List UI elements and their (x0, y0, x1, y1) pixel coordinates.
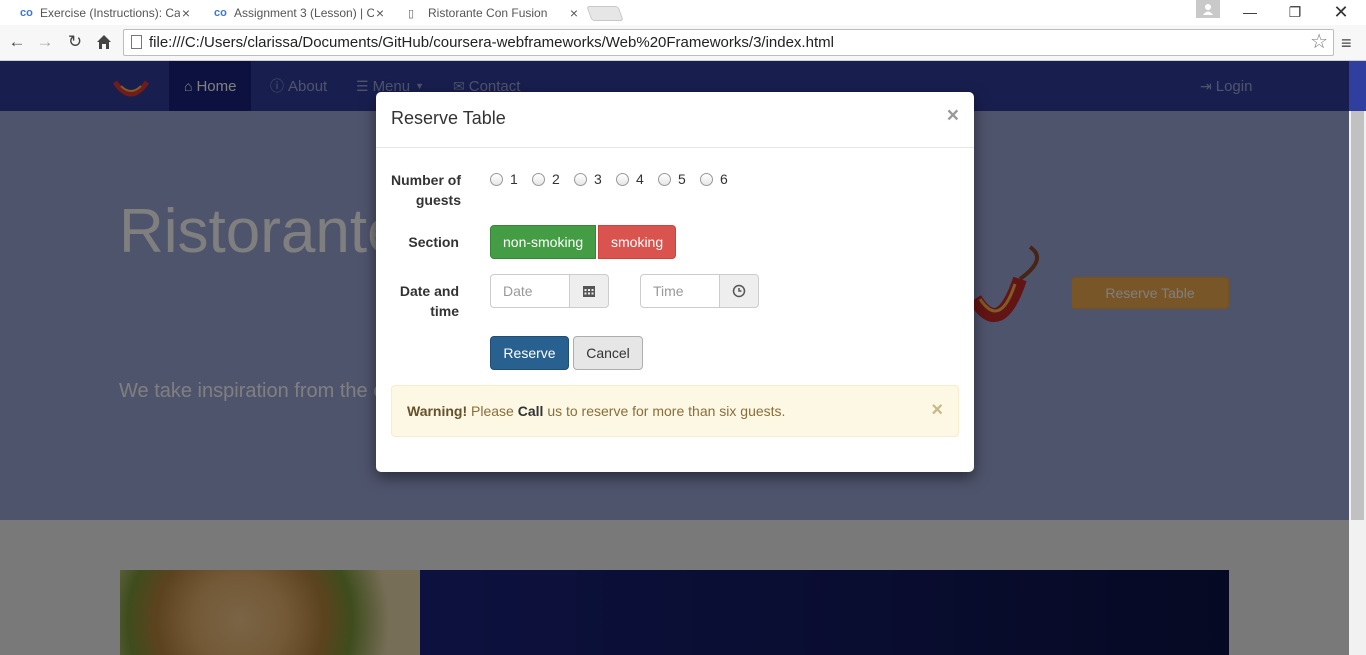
warning-alert: Warning! Please Call us to reserve for m… (391, 385, 959, 437)
guest-radio-6[interactable]: 6 (700, 171, 728, 187)
guest-radio-2[interactable]: 2 (532, 171, 560, 187)
alert-text-before: Please (471, 403, 514, 419)
profile-icon[interactable] (1196, 0, 1220, 18)
modal-header: Reserve Table × (376, 92, 974, 148)
tab-title: Assignment 3 (Lesson) | Co (234, 6, 374, 20)
close-tab-icon[interactable]: × (376, 5, 384, 21)
time-input-group: Time (640, 274, 759, 308)
guests-label: Number of guests (391, 172, 461, 208)
new-tab-button[interactable] (586, 6, 624, 21)
datetime-label: Date and time (399, 283, 459, 319)
browser-toolbar: ← → ↻ file:///C:/Users/clarissa/Document… (0, 25, 1366, 61)
restore-icon[interactable]: ❐ (1272, 0, 1318, 24)
close-icon[interactable]: × (947, 104, 959, 128)
home-icon[interactable] (93, 31, 115, 53)
coursera-icon: co (214, 7, 227, 19)
scrollbar-thumb[interactable] (1351, 111, 1364, 520)
radio-icon[interactable] (700, 172, 713, 186)
radio-icon[interactable] (616, 172, 629, 186)
bookmark-star-icon[interactable]: ☆ (1310, 30, 1328, 54)
browser-tab-bar: co Exercise (Instructions): Car × co Ass… (0, 0, 1366, 25)
page-icon (131, 35, 142, 49)
address-bar[interactable]: file:///C:/Users/clarissa/Documents/GitH… (123, 29, 1334, 56)
forward-icon[interactable]: → (34, 31, 56, 53)
date-input-group: Date (490, 274, 609, 308)
page-scrollbar[interactable] (1349, 111, 1366, 655)
reload-icon[interactable]: ↻ (64, 31, 86, 53)
time-input[interactable]: Time (640, 274, 720, 308)
close-window-icon[interactable]: ✕ (1318, 0, 1364, 24)
minimize-icon[interactable]: — (1227, 0, 1273, 24)
cancel-button[interactable]: Cancel (573, 336, 643, 370)
guest-radio-5[interactable]: 5 (658, 171, 686, 187)
radio-icon[interactable] (490, 172, 503, 186)
alert-close-icon[interactable]: × (931, 399, 943, 422)
radio-icon[interactable] (532, 172, 545, 186)
page-icon: ▯ (408, 7, 415, 20)
browser-menu-icon[interactable]: ≡ (1341, 33, 1352, 54)
guest-radio-4[interactable]: 4 (616, 171, 644, 187)
url-text: file:///C:/Users/clarissa/Documents/GitH… (149, 34, 834, 51)
close-tab-icon[interactable]: × (570, 5, 578, 21)
reserve-table-modal: Reserve Table × Number of guests 1 2 3 4… (376, 92, 974, 472)
browser-tab-active[interactable]: ▯ Ristorante Con Fusion × (392, 1, 590, 25)
coursera-icon: co (20, 7, 33, 19)
alert-call-link[interactable]: Call (518, 403, 544, 419)
clock-icon[interactable] (720, 274, 759, 308)
tab-title: Exercise (Instructions): Car (40, 6, 180, 20)
alert-strong: Warning! (407, 403, 468, 419)
reserve-button[interactable]: Reserve (490, 336, 569, 370)
tab-title: Ristorante Con Fusion (428, 6, 548, 20)
back-icon[interactable]: ← (6, 31, 28, 53)
guest-radio-1[interactable]: 1 (490, 171, 518, 187)
browser-tab[interactable]: co Assignment 3 (Lesson) | Co × (198, 1, 396, 25)
date-input[interactable]: Date (490, 274, 570, 308)
non-smoking-button[interactable]: non-smoking (490, 225, 597, 259)
guest-radio-3[interactable]: 3 (574, 171, 602, 187)
section-label: Section (408, 234, 459, 250)
radio-icon[interactable] (658, 172, 671, 186)
close-tab-icon[interactable]: × (182, 5, 190, 21)
calendar-icon[interactable] (570, 274, 609, 308)
smoking-button[interactable]: smoking (598, 225, 677, 259)
browser-tab[interactable]: co Exercise (Instructions): Car × (4, 1, 202, 25)
modal-title: Reserve Table (391, 108, 506, 128)
alert-text-after: us to reserve for more than six guests. (547, 403, 786, 419)
radio-icon[interactable] (574, 172, 587, 186)
